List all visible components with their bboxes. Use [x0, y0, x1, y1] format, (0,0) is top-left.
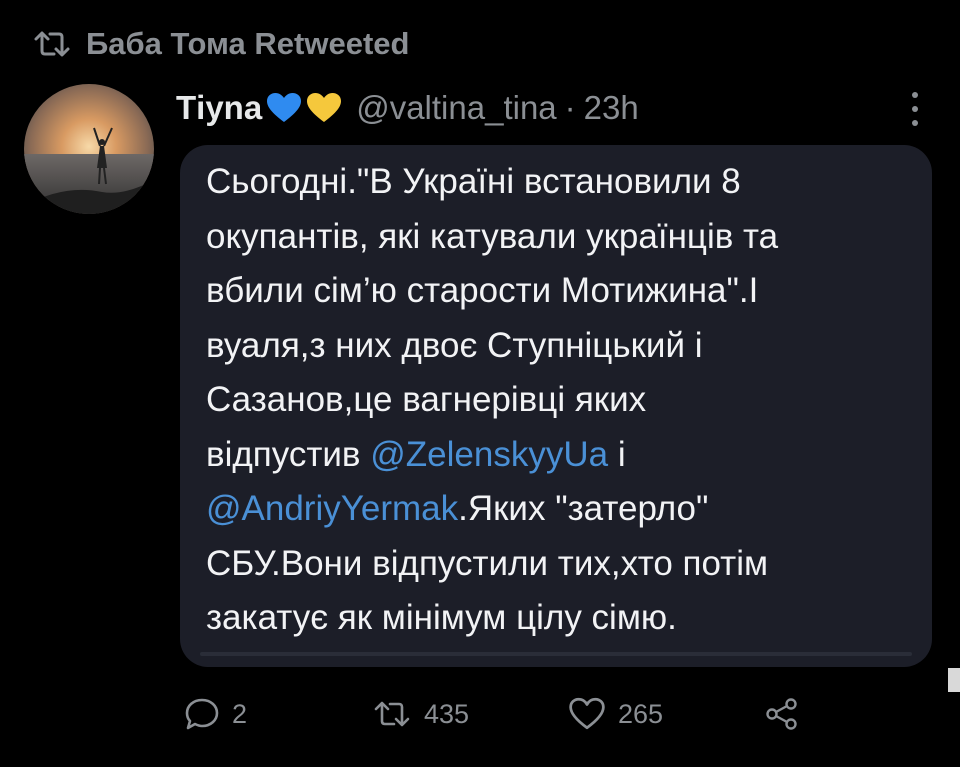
reply-button[interactable]: 2: [184, 692, 247, 736]
retweet-header: Баба Тома Retweeted: [32, 22, 409, 66]
share-button[interactable]: [764, 692, 812, 736]
reply-count: 2: [232, 698, 248, 729]
retweet-icon: [374, 701, 410, 727]
tweet-text-segment: Сьогодні."В Україні встановили 8 окупант…: [206, 162, 779, 474]
tweet-text: Сьогодні."В Україні встановили 8 окупант…: [206, 155, 908, 646]
tweet-actions: 2 435 265: [184, 692, 824, 736]
more-options-icon[interactable]: [900, 92, 930, 126]
retweet-label[interactable]: Баба Тома Retweeted: [86, 26, 409, 62]
tweet-text-segment: і: [617, 434, 626, 474]
heart-icon: [569, 697, 605, 730]
like-count: 265: [618, 698, 664, 729]
bubble-divider: [200, 652, 912, 656]
scrollbar-thumb[interactable]: [948, 668, 960, 692]
tweet-header: Тіуna @valtina_tina · 23h: [176, 80, 639, 136]
avatar-image: [24, 84, 154, 214]
like-button[interactable]: 265: [568, 692, 663, 736]
retweet-icon: [34, 31, 70, 57]
share-icon: [766, 698, 797, 730]
avatar[interactable]: [24, 84, 154, 214]
mention-link[interactable]: @AndriyYermak: [206, 489, 458, 528]
blue-heart-icon: [267, 93, 302, 122]
yellow-heart-icon: [307, 93, 342, 122]
tweet-body: Сьогодні."В Україні встановили 8 окупант…: [180, 145, 932, 667]
author-handle[interactable]: @valtina_tina: [356, 89, 556, 127]
mention-link[interactable]: @ZelenskyyUa: [370, 435, 608, 474]
tweet-time[interactable]: 23h: [584, 89, 639, 127]
separator-dot: ·: [564, 89, 576, 126]
retweet-button[interactable]: 435: [372, 692, 469, 736]
author-name[interactable]: Тіуna: [176, 89, 262, 127]
reply-icon: [185, 698, 219, 730]
retweet-count: 435: [424, 698, 470, 729]
